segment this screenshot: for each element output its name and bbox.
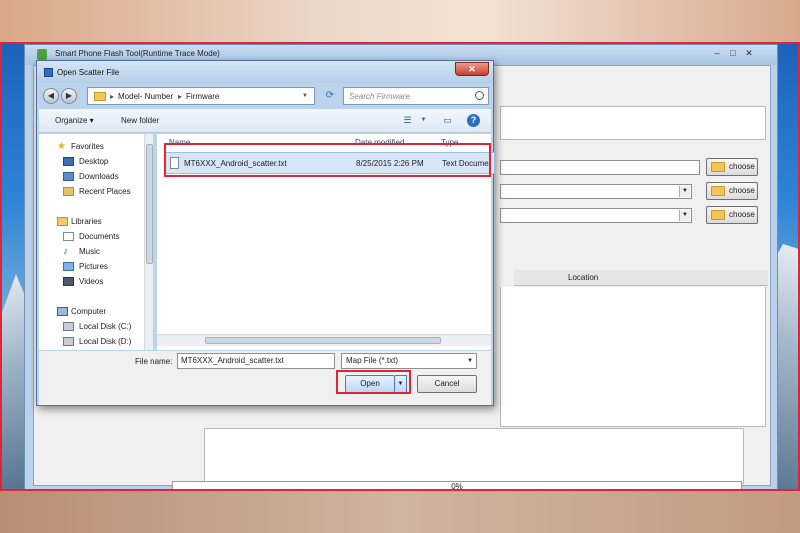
folder-icon xyxy=(711,186,725,196)
flash-tool-icon xyxy=(37,49,47,60)
libraries-icon xyxy=(57,217,68,226)
file-type-select[interactable]: Map File (*.txt) ▼ xyxy=(341,353,477,369)
dialog-footer: File name: MT6XXX_Android_scatter.txt Ma… xyxy=(39,351,491,405)
nav-scroll-thumb[interactable] xyxy=(146,144,153,264)
progress-bar: 0% xyxy=(172,481,742,489)
background-bottom xyxy=(0,491,800,533)
nav-local-disk-d[interactable]: Local Disk (D:) xyxy=(79,337,131,346)
download-agent-panel xyxy=(500,106,766,140)
refresh-icon[interactable]: ⟳ xyxy=(321,88,339,104)
help-icon[interactable]: ? xyxy=(467,114,480,127)
close-icon[interactable]: ✕ xyxy=(741,47,757,59)
nav-libraries[interactable]: Libraries xyxy=(71,217,102,226)
log-panel xyxy=(204,428,744,484)
scatter-path-field[interactable] xyxy=(500,160,700,175)
nav-downloads[interactable]: Downloads xyxy=(79,172,119,181)
pictures-icon xyxy=(63,262,74,271)
file-hscrollbar[interactable] xyxy=(157,334,491,346)
nav-local-disk-c[interactable]: Local Disk (C:) xyxy=(79,322,131,331)
chevron-down-icon[interactable]: ▼ xyxy=(302,93,308,99)
address-row: ◀ ▶ ▸ Model- Number ▸ Firmware ▼ ⟳ Searc… xyxy=(43,87,489,107)
nav-videos[interactable]: Videos xyxy=(79,277,103,286)
chevron-down-icon[interactable]: ▼ xyxy=(467,354,473,368)
breadcrumb-firmware[interactable]: Firmware xyxy=(186,92,219,101)
dialog-icon xyxy=(44,68,53,77)
drive-icon xyxy=(63,337,74,346)
certificate-field[interactable]: ▼ xyxy=(500,208,692,223)
breadcrumb-arrow: ▸ xyxy=(110,92,115,101)
chevron-down-icon[interactable]: ▼ xyxy=(679,186,690,197)
nav-scrollbar[interactable] xyxy=(144,134,153,350)
breadcrumb-arrow: ▸ xyxy=(178,92,183,101)
highlight-file-row xyxy=(164,143,491,177)
videos-icon xyxy=(63,277,74,286)
file-hscroll-thumb[interactable] xyxy=(205,337,441,344)
file-name-label: File name: xyxy=(135,357,173,366)
music-icon: ♪ xyxy=(63,246,68,257)
new-folder-button[interactable]: New folder xyxy=(121,116,159,125)
documents-icon xyxy=(63,232,74,241)
highlight-open-button xyxy=(336,370,411,394)
dialog-titlebar: Open Scatter File ✕ xyxy=(37,61,493,83)
background-top xyxy=(0,0,800,42)
cancel-button[interactable]: Cancel xyxy=(417,375,477,393)
nav-computer[interactable]: Computer xyxy=(71,307,106,316)
search-input[interactable]: Search Firmware xyxy=(343,87,489,105)
chevron-down-icon[interactable]: ▼ xyxy=(679,210,690,221)
organize-button[interactable]: Organize ▾ xyxy=(55,116,94,125)
dialog-title: Open Scatter File xyxy=(57,68,120,77)
choose-scatter-button[interactable]: choose xyxy=(706,158,758,176)
back-icon[interactable]: ◀ xyxy=(43,88,59,104)
authentication-field[interactable]: ▼ xyxy=(500,184,692,199)
nav-recent-places[interactable]: Recent Places xyxy=(79,187,131,196)
folder-icon xyxy=(94,92,106,101)
maximize-icon[interactable]: □ xyxy=(725,47,741,59)
navigation-pane: ★ Favorites Desktop Downloads Recent Pla… xyxy=(39,134,153,350)
nav-music[interactable]: Music xyxy=(79,247,100,256)
folder-icon xyxy=(711,210,725,220)
drive-icon xyxy=(63,322,74,331)
breadcrumb-model-number[interactable]: Model- Number xyxy=(118,92,173,101)
nav-desktop[interactable]: Desktop xyxy=(79,157,108,166)
chevron-down-icon[interactable]: ▼ xyxy=(417,114,430,127)
folder-icon xyxy=(711,162,725,172)
recent-places-icon xyxy=(63,187,74,196)
desktop-icon xyxy=(63,157,74,166)
choose-cert-button[interactable]: choose xyxy=(706,206,758,224)
star-icon: ★ xyxy=(57,141,66,152)
preview-pane-icon[interactable]: ▭ xyxy=(441,114,454,127)
view-options-icon[interactable]: ☰ xyxy=(401,114,414,127)
open-scatter-dialog: Open Scatter File ✕ ◀ ▶ ▸ Model- Number … xyxy=(36,60,495,406)
partition-list[interactable] xyxy=(500,287,766,427)
minimize-icon[interactable]: – xyxy=(709,47,725,59)
address-bar[interactable]: ▸ Model- Number ▸ Firmware ▼ xyxy=(87,87,315,105)
downloads-icon xyxy=(63,172,74,181)
search-icon xyxy=(475,91,484,100)
computer-icon xyxy=(57,307,68,316)
dialog-close-icon[interactable]: ✕ xyxy=(455,62,489,76)
choose-auth-button[interactable]: choose xyxy=(706,182,758,200)
nav-pictures[interactable]: Pictures xyxy=(79,262,108,271)
nav-favorites[interactable]: Favorites xyxy=(71,142,104,151)
nav-documents[interactable]: Documents xyxy=(79,232,119,241)
flash-tool-title: Smart Phone Flash Tool(Runtime Trace Mod… xyxy=(55,49,220,58)
forward-icon[interactable]: ▶ xyxy=(61,88,77,104)
location-column-header: Location xyxy=(514,270,768,286)
dialog-toolbar: Organize ▾ New folder ☰ ▼ ▭ ? xyxy=(39,109,491,133)
file-name-input[interactable]: MT6XXX_Android_scatter.txt xyxy=(177,353,335,369)
